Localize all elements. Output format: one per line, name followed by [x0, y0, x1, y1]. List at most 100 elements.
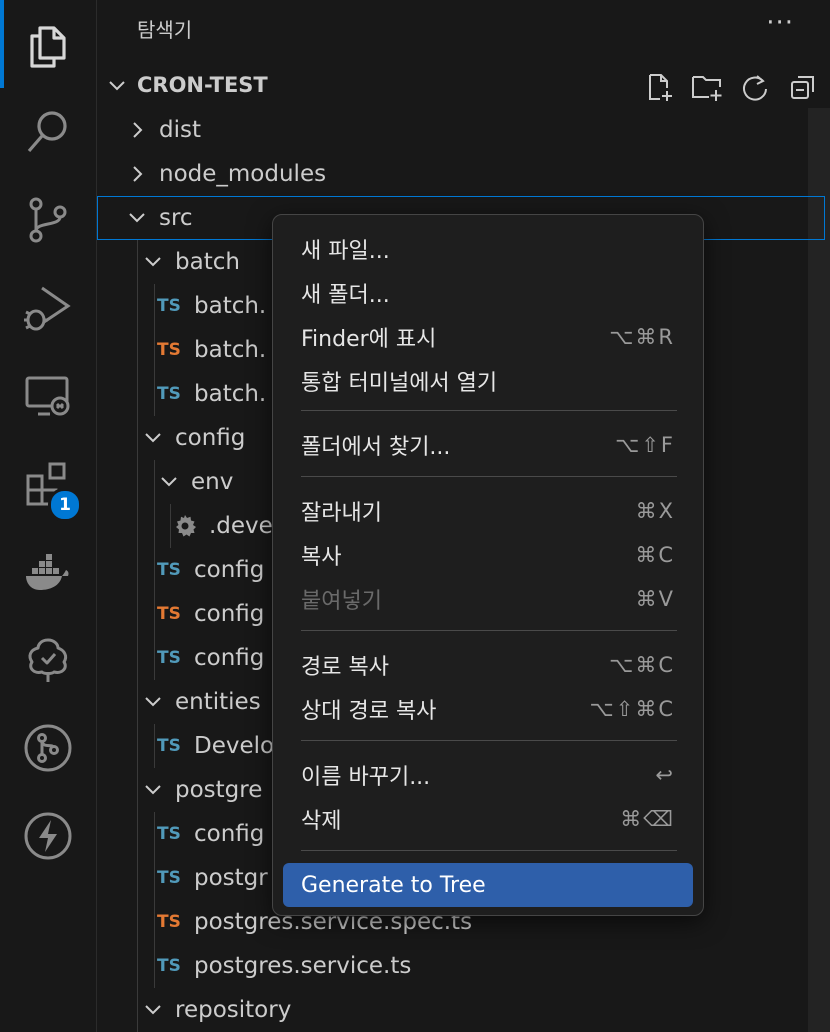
more-actions-button[interactable]: ···	[766, 8, 794, 38]
new-folder-icon	[692, 76, 722, 101]
tree-item-label: batch.	[194, 293, 267, 319]
menu-item-shortcut: ⌘V	[635, 587, 675, 611]
chevron-down-icon	[143, 1000, 163, 1020]
menu-separator	[301, 476, 677, 477]
tree-item-label: batch.	[194, 381, 267, 407]
menu-item-shortcut: ⌘C	[635, 543, 675, 567]
chevron-right-icon	[127, 164, 147, 184]
menu-item-rename[interactable]: 이름 바꾸기... ↩	[283, 753, 693, 797]
search-button[interactable]	[0, 88, 96, 176]
tree-folder-row[interactable]: dist	[97, 108, 825, 152]
docker-button[interactable]	[0, 528, 96, 616]
menu-item-delete[interactable]: 삭제 ⌘⌫	[283, 797, 693, 841]
tree-item-label: postgres.service.ts	[194, 953, 412, 979]
menu-item-shortcut: ⌥⌘R	[609, 325, 675, 349]
files-icon	[30, 26, 66, 68]
menu-item-find-in-folder[interactable]: 폴더에서 찾기... ⌥⇧F	[283, 423, 693, 467]
testing-tree-icon	[28, 638, 68, 682]
tree-item-label: postgre	[175, 777, 263, 803]
menu-item-open-in-terminal[interactable]: 통합 터미널에서 열기	[283, 359, 693, 403]
new-folder-button[interactable]	[690, 70, 724, 104]
extensions-button[interactable]: 1	[0, 440, 96, 528]
chevron-down-icon	[143, 428, 163, 448]
tree-item-label: node_modules	[159, 161, 327, 187]
typescript-file-icon: TS	[157, 868, 181, 888]
typescript-file-icon: TS	[157, 824, 181, 844]
menu-item-generate-to-tree[interactable]: Generate to Tree	[283, 863, 693, 907]
menu-item-label: 새 폴더...	[301, 283, 390, 308]
menu-item-shortcut: ⌘X	[635, 499, 675, 523]
tree-item-label: config	[175, 425, 246, 451]
chevron-down-icon	[143, 780, 163, 800]
activity-bar: 1	[0, 0, 97, 1032]
menu-item-label: 경로 복사	[301, 655, 389, 680]
menu-item-shortcut: ⌥⇧F	[615, 433, 675, 457]
tree-folder-row[interactable]: node_modules	[97, 152, 825, 196]
tree-item-label: postgr	[194, 865, 268, 891]
menu-item-shortcut: ⌘⌫	[620, 807, 675, 831]
collapse-all-icon	[791, 76, 814, 99]
menu-item-reveal-in-finder[interactable]: Finder에 표시 ⌥⌘R	[283, 315, 693, 359]
menu-item-shortcut: ↩	[655, 763, 675, 787]
menu-separator	[301, 630, 677, 631]
menu-item-cut[interactable]: 잘라내기 ⌘X	[283, 489, 693, 533]
section-header-cron-test[interactable]: CRON-TEST	[97, 64, 830, 108]
menu-item-label: 통합 터미널에서 열기	[301, 371, 498, 396]
explorer-button[interactable]	[0, 0, 96, 88]
menu-item-shortcut: ⌥⌘C	[609, 653, 675, 677]
menu-item-label: 잘라내기	[301, 501, 382, 526]
search-icon	[27, 111, 67, 153]
menu-item-copy[interactable]: 복사 ⌘C	[283, 533, 693, 577]
menu-item-paste: 붙여넣기 ⌘V	[283, 577, 693, 621]
extensions-badge: 1	[48, 488, 82, 522]
tree-item-label: batch.	[194, 337, 267, 363]
menu-item-new-folder[interactable]: 새 폴더...	[283, 271, 693, 315]
tree-item-label: config	[194, 821, 265, 847]
tree-item-label: .deve	[209, 513, 273, 539]
remote-explorer-button[interactable]	[0, 352, 96, 440]
source-control-button[interactable]	[0, 176, 96, 264]
docker-icon	[26, 554, 69, 590]
menu-item-new-file[interactable]: 새 파일...	[283, 227, 693, 271]
tree-item-label: Develo	[194, 733, 275, 759]
run-debug-button[interactable]	[0, 264, 96, 352]
source-control-icon	[29, 197, 67, 243]
menu-separator	[301, 740, 677, 741]
collapse-all-button[interactable]	[786, 70, 820, 104]
debug-icon	[24, 286, 71, 331]
menu-item-label: Generate to Tree	[301, 872, 486, 898]
tree-item-label: env	[191, 469, 234, 495]
menu-item-copy-path[interactable]: 경로 복사 ⌥⌘C	[283, 643, 693, 687]
menu-item-shortcut: ⌥⇧⌘C	[589, 697, 675, 721]
typescript-file-icon: TS	[157, 340, 181, 360]
refresh-button[interactable]	[738, 70, 772, 104]
menu-item-copy-relative-path[interactable]: 상대 경로 복사 ⌥⇧⌘C	[283, 687, 693, 731]
typescript-file-icon: TS	[157, 604, 181, 624]
tree-item-label: config	[194, 557, 265, 583]
menu-item-label: 폴더에서 찾기...	[301, 435, 451, 460]
tree-file-row[interactable]: TS postgres.service.ts	[97, 944, 825, 988]
typescript-file-icon: TS	[157, 956, 181, 976]
tree-folder-row[interactable]: repository	[97, 988, 825, 1032]
menu-item-label: 이름 바꾸기...	[301, 765, 431, 790]
new-file-icon	[649, 74, 672, 101]
typescript-file-icon: TS	[157, 560, 181, 580]
tree-item-label: config	[194, 645, 265, 671]
new-file-button[interactable]	[642, 70, 676, 104]
thunder-client-button[interactable]	[0, 792, 96, 880]
chevron-down-icon	[159, 472, 179, 492]
tree-item-label: dist	[159, 117, 201, 143]
typescript-file-icon: TS	[157, 912, 181, 932]
lightning-icon	[24, 812, 72, 860]
typescript-file-icon: TS	[157, 384, 181, 404]
typescript-file-icon: TS	[157, 736, 181, 756]
refresh-icon	[743, 75, 767, 101]
menu-item-label: 삭제	[301, 809, 342, 834]
testing-button[interactable]	[0, 616, 96, 704]
menu-separator	[301, 850, 677, 851]
tree-item-label: config	[194, 601, 265, 627]
context-menu: 새 파일... 새 폴더... Finder에 표시 ⌥⌘R 통합 터미널에서 열…	[272, 214, 704, 916]
menu-item-label: 새 파일...	[301, 239, 390, 264]
git-graph-button[interactable]	[0, 704, 96, 792]
sidebar-title: 탐색기	[137, 18, 193, 42]
